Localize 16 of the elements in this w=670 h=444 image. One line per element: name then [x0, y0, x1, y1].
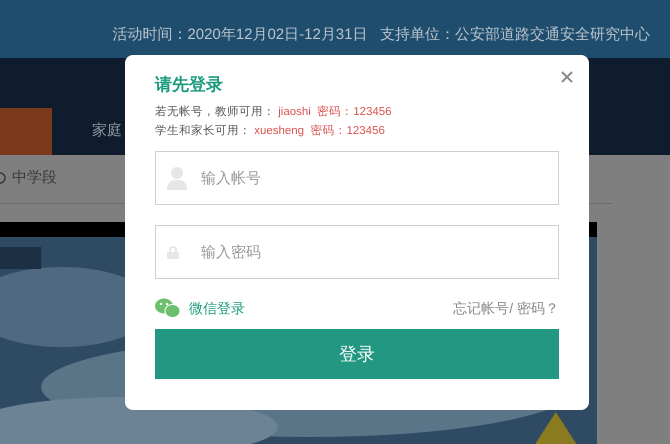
chat-bubbles-icon: [155, 298, 181, 318]
password-field[interactable]: 输入密码: [155, 225, 559, 279]
forgot-password-link[interactable]: 忘记帐号/ 密码？: [453, 298, 559, 318]
account-hint: 若无帐号，教师可用： jiaoshi 密码：123456: [155, 104, 392, 120]
dialog-title: 请先登录: [155, 74, 223, 96]
wechat-login-link[interactable]: 微信登录: [189, 298, 245, 318]
nav-item[interactable]: 家庭: [92, 108, 122, 155]
close-icon: [559, 69, 575, 85]
lock-icon: [167, 246, 179, 259]
event-info: 活动时间：2020年12月02日-12月31日 支持单位：公安部道路交通安全研究中心: [112, 24, 650, 44]
account-field[interactable]: 输入帐号: [155, 151, 559, 205]
account-hint: 学生和家长可用： xuesheng 密码：123456: [155, 123, 385, 139]
close-button[interactable]: [559, 69, 575, 85]
login-button[interactable]: 登录: [155, 329, 559, 379]
stage-tab[interactable]: 中学段: [12, 167, 57, 190]
user-icon: [167, 166, 187, 190]
